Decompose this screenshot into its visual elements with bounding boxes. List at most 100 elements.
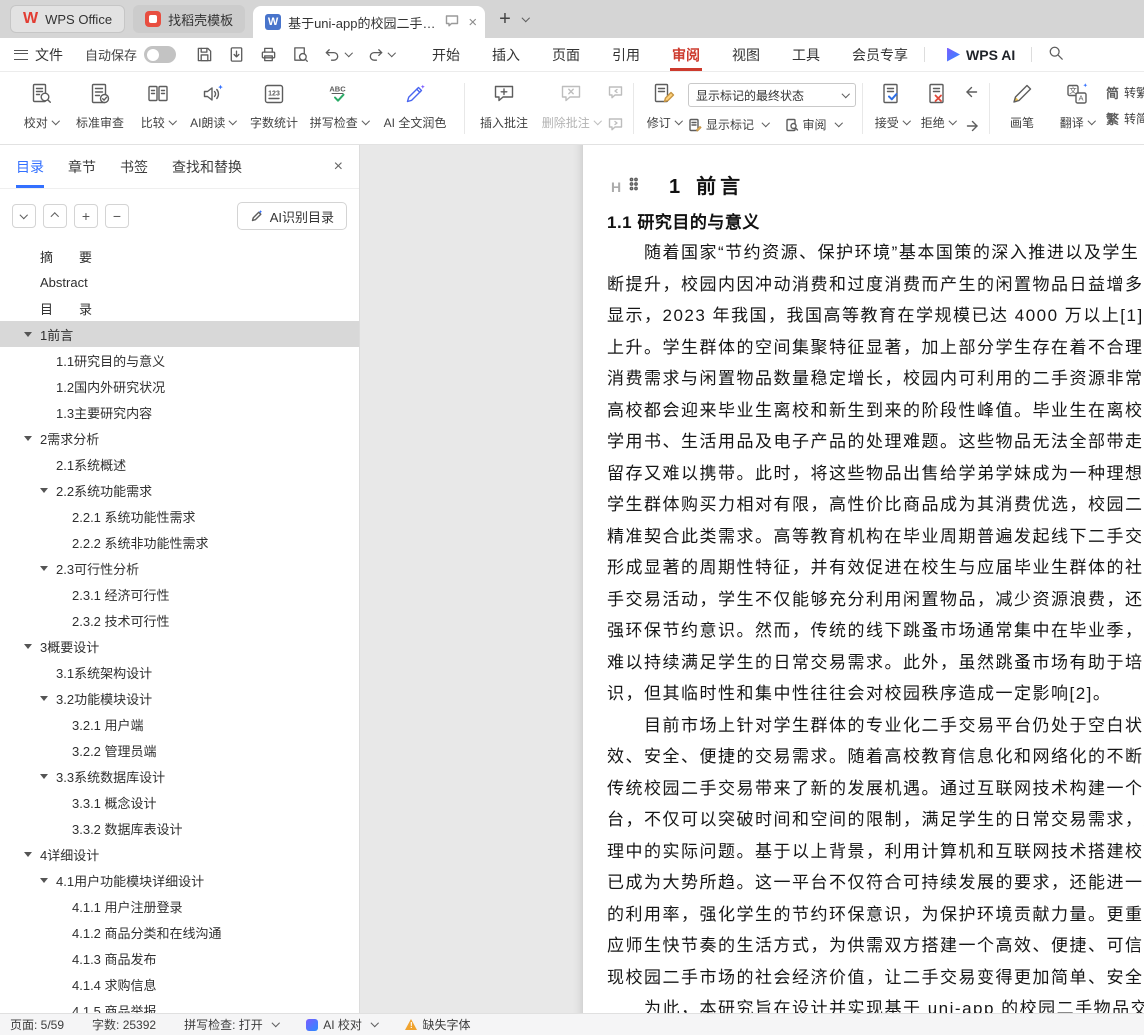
doc-line[interactable]: 的利用率，强化学生的节约环保意识，为保护环境贡献力量。更重要 [607,899,1144,931]
toc-collapse-arrow-icon[interactable] [24,332,40,337]
toc-item[interactable]: 4.1.2 商品分类和在线沟通 [0,919,359,945]
toc-item[interactable]: 2.2.1 系统功能性需求 [0,503,359,529]
doc-line[interactable]: 手交易活动，学生不仅能够充分利用闲置物品，减少资源浪费，还能 [607,584,1144,616]
doc-line[interactable]: 精准契合此类需求。高等教育机构在毕业周期普遍发起线下二手交易 [607,521,1144,553]
toc-item[interactable]: 4详细设计 [0,841,359,867]
toc-item[interactable]: 3.3.1 概念设计 [0,789,359,815]
missing-font-warning[interactable]: 缺失字体 [405,1016,470,1033]
toc-collapse-arrow-icon[interactable] [40,566,56,571]
drag-handle-icon[interactable] [629,177,639,196]
doc-line[interactable]: 为此，本研究旨在设计并实现基于 uni-app 的校园二手物品交易 [607,993,1144,1013]
close-sidebar-icon[interactable]: × [334,158,343,176]
standard-review-button[interactable]: 标准审查 [68,77,132,140]
traditional-to-simplified-button[interactable]: 繁 转简 [1106,105,1144,131]
ink-brush-button[interactable]: 画笔 [996,77,1048,140]
doc-line[interactable]: 效、安全、便捷的交易需求。随着高校教育信息化和网络化的不断 [607,741,1144,773]
save-button[interactable] [196,46,213,63]
toc-item[interactable]: 2需求分析 [0,425,359,451]
sidebar-tab[interactable]: 目录 [16,145,44,188]
ai-polish-button[interactable]: AI 全文润色 [372,77,458,140]
doc-line[interactable]: 强环保节约意识。然而，传统的线下跳蚤市场通常集中在毕业季，时间 [607,615,1144,647]
toc-item[interactable]: 2.1系统概述 [0,451,359,477]
doc-line[interactable]: 学用书、生活用品及电子产品的处理难题。这些物品无法全部带走， [607,426,1144,458]
toc-item[interactable]: 2.3可行性分析 [0,555,359,581]
doc-line[interactable]: 上升。学生群体的空间集聚特征显著，加上部分学生存在着不合理消 [607,332,1144,364]
expand-all-button[interactable] [12,204,36,228]
toc-item[interactable]: 3.3.2 数据库表设计 [0,815,359,841]
toc-item[interactable]: 3.2功能模块设计 [0,685,359,711]
doc-line[interactable]: 台，不仅可以突破时间和空间的限制，满足学生的日常交易需求，还 [607,804,1144,836]
toc-collapse-arrow-icon[interactable] [40,774,56,779]
previous-change-icon[interactable] [963,84,981,107]
document-heading-2[interactable]: 1.1 研究目的与意义 [607,208,760,233]
doc-line[interactable]: 随着国家“节约资源、保护环境”基本国策的深入推进以及学生 [607,237,1144,269]
close-tab-icon[interactable]: × [468,14,477,31]
print-button[interactable] [260,46,277,63]
zoom-in-toc-button[interactable]: + [74,204,98,228]
ai-recognize-toc-button[interactable]: AI识别目录 [237,202,347,230]
collapse-all-button[interactable] [43,204,67,228]
compare-button[interactable]: 比较 [132,77,184,140]
doc-line[interactable]: 应师生快节奏的生活方式，为供需双方搭建一个高效、便捷、可信的 [607,930,1144,962]
doc-line[interactable]: 目前市场上针对学生群体的专业化二手交易平台仍处于空白状态 [607,710,1144,742]
doc-line[interactable]: 留存又难以携带。此时，将这些物品出售给学弟学妹成为一种理想的 [607,458,1144,490]
redo-button[interactable] [367,46,395,63]
toc-item[interactable]: 1前言 [0,321,359,347]
sidebar-tab[interactable]: 书签 [120,145,148,188]
export-pdf-button[interactable] [228,46,245,63]
document-page[interactable]: H 1 前言 1.1 研究目的与意义 随着国家“节约资源、保护环境”基本国策的深… [583,145,1144,1013]
doc-line[interactable]: 显示，2023 年我国，我国高等教育在学规模已达 4000 万以上[1]，且 [607,300,1144,332]
sidebar-tab[interactable]: 章节 [68,145,96,188]
menubar-item[interactable]: 引用 [612,38,640,71]
zoom-out-toc-button[interactable]: − [105,204,129,228]
menubar-item[interactable]: 开始 [432,38,460,71]
show-markup-dropdown[interactable]: 显示标记 [688,116,769,133]
toc-collapse-arrow-icon[interactable] [40,488,56,493]
toc-collapse-arrow-icon[interactable] [24,852,40,857]
undo-button[interactable] [324,46,352,63]
doc-line[interactable]: 识，但其临时性和集中性往往会对校园秩序造成一定影响[2]。 [607,678,1144,710]
toc-item[interactable]: 3概要设计 [0,633,359,659]
toc-item[interactable]: 1.1研究目的与意义 [0,347,359,373]
file-menu-button[interactable]: 文件 [14,45,63,65]
doc-line[interactable]: 理中的实际问题。基于以上背景，利用计算机和互联网技术搭建校园 [607,836,1144,868]
toc-item[interactable]: 2.3.2 技术可行性 [0,607,359,633]
toc-item[interactable]: 3.1系统架构设计 [0,659,359,685]
toc-item[interactable]: 1.2国内外研究状况 [0,373,359,399]
toc-item[interactable]: 4.1.1 用户注册登录 [0,893,359,919]
toc-item[interactable]: 摘 要 [0,243,359,269]
simplified-to-traditional-button[interactable]: 简 转繁 [1106,79,1144,105]
doc-line[interactable]: 传统校园二手交易带来了新的发展机遇。通过互联网技术构建一个线 [607,773,1144,805]
toc-collapse-arrow-icon[interactable] [40,878,56,883]
spell-check-button[interactable]: ABC 拼写检查 [306,77,372,140]
toc-collapse-arrow-icon[interactable] [40,696,56,701]
toc-collapse-arrow-icon[interactable] [24,644,40,649]
doc-line[interactable]: 高校都会迎来毕业生离校和新生到来的阶段性峰值。毕业生在离校时 [607,395,1144,427]
doc-line[interactable]: 难以持续满足学生的日常交易需求。此外，虽然跳蚤市场有助于培养 [607,647,1144,679]
markup-state-combobox[interactable]: 显示标记的最终状态 [688,83,856,107]
ai-read-aloud-button[interactable]: AI朗读 [184,77,242,140]
toc-item[interactable]: 4.1.4 求购信息 [0,971,359,997]
toc-item[interactable]: 2.3.1 经济可行性 [0,581,359,607]
doc-line[interactable]: 学生群体购买力相对有限，高性价比商品成为其消费优选，校园二手 [607,489,1144,521]
word-count-indicator[interactable]: 字数: 25392 [92,1016,156,1033]
toc-item[interactable]: 2.2.2 系统非功能性需求 [0,529,359,555]
spellcheck-indicator[interactable]: 拼写检查: 打开 [184,1016,278,1033]
document-heading-1[interactable]: 1 前言 [669,170,744,199]
reject-change-button[interactable]: 拒绝 [915,77,961,140]
doc-line[interactable]: 断提升，校园内因冲动消费和过度消费而产生的闲置物品日益增多。 [607,269,1144,301]
toc-item[interactable]: 4.1用户功能模块详细设计 [0,867,359,893]
proofread-button[interactable]: 校对 [14,77,68,140]
menubar-item[interactable]: 插入 [492,38,520,71]
new-tab-button[interactable]: + [493,8,517,31]
toc-collapse-arrow-icon[interactable] [24,436,40,441]
toc-item[interactable]: 3.2.2 管理员端 [0,737,359,763]
insert-comment-button[interactable]: 插入批注 [471,77,537,140]
tab-wps-home[interactable]: W WPS Office [10,5,125,33]
heading-level-icon[interactable]: H [611,179,621,195]
menubar-item[interactable]: 会员专享 [852,38,908,71]
toc-item[interactable]: 目 录 [0,295,359,321]
toc-item[interactable]: 1.3主要研究内容 [0,399,359,425]
wps-ai-menu[interactable]: WPS AI [947,47,1015,63]
toc-item[interactable]: 4.1.3 商品发布 [0,945,359,971]
